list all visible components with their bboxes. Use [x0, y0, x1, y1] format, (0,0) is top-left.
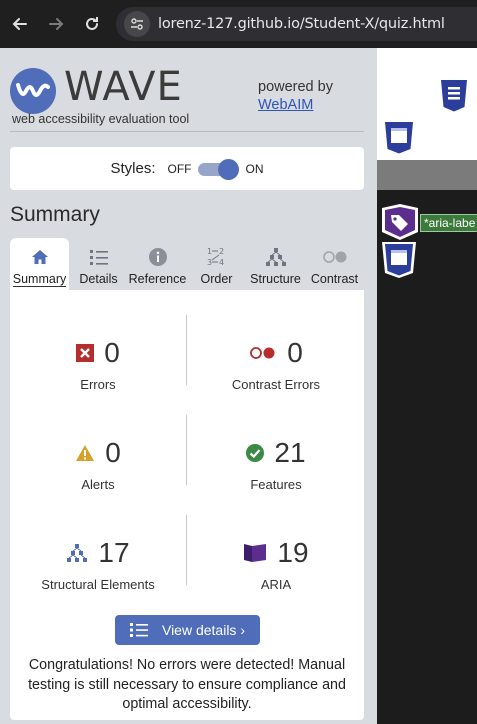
structure-icon: [265, 248, 286, 266]
tab-bar: Summary Details Reference 1234 Order Str…: [10, 238, 364, 290]
errors-count: 0: [104, 337, 120, 368]
tab-label: Reference: [128, 272, 187, 286]
list-icon: [89, 250, 108, 265]
features-label: Features: [250, 477, 302, 492]
errors-label: Errors: [80, 377, 116, 392]
evaluated-page: *aria-labe: [377, 48, 477, 724]
reload-button[interactable]: [74, 6, 110, 42]
svg-text:1: 1: [207, 247, 212, 256]
alert-icon: [76, 445, 95, 461]
structure-main-icon[interactable]: [380, 118, 418, 158]
view-details-button[interactable]: View details ›: [115, 615, 260, 645]
svg-text:2: 2: [219, 247, 224, 256]
tab-reference[interactable]: Reference: [128, 238, 187, 290]
contrast-errors-stat[interactable]: 0 Contrast Errors: [193, 333, 359, 423]
home-icon: [31, 250, 48, 264]
tab-label: Contrast: [310, 272, 359, 286]
arrow-left-icon: [12, 18, 27, 30]
styles-on-label: ON: [245, 161, 264, 176]
tab-structure[interactable]: Structure: [246, 238, 305, 290]
congrats-message: Congratulations! No errors were detected…: [28, 657, 346, 712]
tab-label: Summary: [12, 272, 67, 287]
wave-sidebar: WAVE web accessibility evaluation tool p…: [0, 48, 377, 724]
structure-icon: [67, 544, 88, 562]
svg-text:4: 4: [219, 258, 224, 267]
contrast-error-icon: [250, 347, 275, 359]
arrow-right-icon: [49, 18, 64, 30]
tab-details[interactable]: Details: [69, 238, 128, 290]
tab-summary[interactable]: Summary: [10, 238, 69, 290]
summary-panel: 0 Errors 0 Contrast Errors 0 Alerts 21 F…: [10, 290, 364, 720]
styles-toggle[interactable]: [197, 158, 240, 180]
alerts-stat[interactable]: 0 Alerts: [15, 433, 181, 523]
structural-count: 17: [98, 537, 130, 568]
browser-toolbar: lorenz-127.github.io/Student-X/quiz.html: [0, 0, 477, 48]
features-stat[interactable]: 21 Features: [193, 433, 359, 523]
reload-icon: [86, 17, 98, 30]
forward-button[interactable]: [38, 6, 74, 42]
tab-contrast[interactable]: Contrast: [305, 238, 364, 290]
alerts-count: 0: [105, 437, 121, 468]
list-icon: [129, 623, 148, 637]
page-gray-section: [377, 160, 477, 190]
info-icon: [148, 248, 167, 266]
powered-by: powered by WebAIM: [258, 78, 333, 114]
url-text: lorenz-127.github.io/Student-X/quiz.html: [158, 16, 445, 32]
feature-check-icon: [246, 444, 265, 462]
order-icon: 1 23 4: [207, 247, 224, 267]
tab-label: Details: [79, 272, 118, 286]
tab-label: Structure: [250, 272, 301, 286]
structural-label: Structural Elements: [41, 577, 155, 592]
styles-off-label: OFF: [167, 161, 192, 176]
aria-stat[interactable]: 19 ARIA: [193, 533, 359, 623]
aria-label: ARIA: [260, 577, 292, 592]
contrast-errors-label: Contrast Errors: [231, 377, 321, 392]
wave-tagline: web accessibility evaluation tool: [12, 112, 190, 126]
structural-stat[interactable]: 17 Structural Elements: [15, 533, 181, 623]
back-button[interactable]: [2, 6, 38, 42]
page-title: Summary: [10, 203, 100, 226]
features-count: 21: [274, 437, 306, 468]
wave-logo-icon[interactable]: [10, 68, 56, 114]
aria-label-text: *aria-labe: [420, 214, 477, 232]
aria-count: 19: [277, 537, 309, 568]
aria-label-icon[interactable]: [380, 203, 420, 241]
errors-stat[interactable]: 0 Errors: [15, 333, 181, 423]
tab-order[interactable]: 1234 Order: [187, 238, 246, 290]
view-details-label: View details ›: [161, 622, 245, 638]
divider: [186, 315, 187, 385]
styles-label: Styles:: [110, 160, 156, 177]
wave-header: WAVE web accessibility evaluation tool p…: [10, 62, 364, 132]
styles-toggle-box: Styles: OFF ON: [10, 147, 364, 190]
divider: [186, 415, 187, 485]
divider: [186, 515, 187, 585]
tune-icon: [131, 18, 143, 30]
contrast-errors-count: 0: [287, 337, 303, 368]
aria-icon: [244, 544, 267, 562]
site-info-button[interactable]: [124, 11, 150, 37]
svg-text:3: 3: [207, 258, 212, 267]
error-icon: [76, 344, 95, 362]
structure-section-icon[interactable]: [380, 240, 418, 280]
powered-by-text: powered by: [258, 79, 333, 95]
structure-header-icon[interactable]: [436, 76, 472, 116]
tab-label: Order: [200, 272, 233, 286]
contrast-icon: [322, 251, 346, 263]
wave-logo-text: WAVE: [64, 64, 183, 110]
webaim-link[interactable]: WebAIM: [258, 96, 333, 114]
alerts-label: Alerts: [81, 477, 115, 492]
address-bar[interactable]: lorenz-127.github.io/Student-X/quiz.html: [116, 7, 477, 41]
